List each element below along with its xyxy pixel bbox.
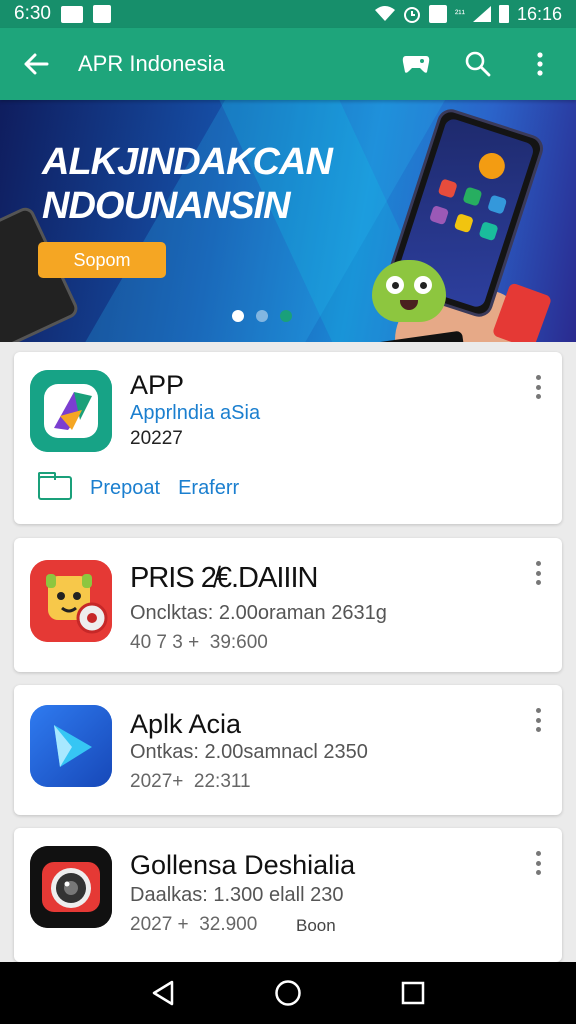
search-button[interactable] <box>460 46 496 82</box>
app-year: 20227 <box>130 428 183 449</box>
app-developer-link[interactable]: Apprlndia aSia <box>130 402 260 425</box>
signal-icon <box>472 6 491 22</box>
nav-home-icon <box>275 980 301 1006</box>
games-button[interactable] <box>398 46 434 82</box>
mascot-illustration <box>372 260 446 322</box>
status-time: 6:30 <box>14 3 51 24</box>
nav-recents-icon <box>402 981 425 1005</box>
app-extra-label: Boon <box>296 916 336 935</box>
app-name: Gollensa Deshialia <box>130 850 356 880</box>
back-arrow-icon <box>24 53 49 75</box>
app-info-line: Daalkas: 1.300 elall 230 <box>130 884 344 906</box>
banner-page-indicator <box>232 310 292 322</box>
floating-card-illustration <box>491 282 553 342</box>
banner-headline-line2: NDOUNANSIN <box>42 185 291 227</box>
search-icon <box>465 51 491 77</box>
promo-banner[interactable]: ALKJINDAKCAN NDOUNANSIN Sopom <box>0 100 576 342</box>
overflow-menu-button[interactable] <box>522 46 558 82</box>
nav-back-icon <box>152 980 173 1006</box>
app-info-line: Onclktas: 2.00oraman 2631g <box>130 602 387 624</box>
system-navigation-bar <box>0 962 576 1024</box>
app-icon[interactable] <box>30 705 112 787</box>
app-card[interactable]: Aplk Acia Ontkas: 2.00samnacl 2350 2027+… <box>14 685 562 815</box>
back-button[interactable] <box>18 46 54 82</box>
app-name: PRIS 2̸€.DAIIIN <box>130 562 318 594</box>
prepoat-button[interactable]: Prepoat <box>90 477 160 500</box>
banner-headline-line1: ALKJINDAKCAN <box>42 141 333 183</box>
status-bar: 6:30 ²¹¹ 16:16 <box>0 0 576 28</box>
signal-label: ²¹¹ <box>454 8 465 20</box>
card-overflow-menu[interactable] <box>528 558 548 588</box>
nav-back-button[interactable] <box>143 973 183 1013</box>
app-card[interactable]: APP Apprlndia aSia 20227 Prepoat Eraferr <box>14 352 562 524</box>
alarm-icon <box>403 7 420 23</box>
gallery-notification-icon <box>60 5 83 23</box>
app-icon[interactable] <box>30 846 112 928</box>
game-controller-icon <box>402 56 430 73</box>
banner-cta-button[interactable]: Sopom <box>38 242 166 278</box>
app-stats-line: 2027+ 22:311 <box>130 771 251 792</box>
folder-icon[interactable] <box>38 472 72 500</box>
page-dot[interactable] <box>256 310 268 322</box>
app-bar: APR Indonesia <box>0 28 576 100</box>
app-icon[interactable] <box>30 560 112 642</box>
page-dot[interactable] <box>232 310 244 322</box>
notification-square-icon <box>428 5 447 23</box>
app-name: Aplk Acia <box>130 709 242 739</box>
app-stats-line: 2027 + 32.900 <box>130 914 258 935</box>
app-name: APP <box>130 370 185 400</box>
banner-headline: ALKJINDAKCAN NDOUNANSIN <box>42 140 333 228</box>
app-icon[interactable] <box>30 370 112 452</box>
page-dot[interactable] <box>280 310 292 322</box>
check-notification-icon <box>92 5 111 23</box>
app-card[interactable]: PRIS 2̸€.DAIIIN Onclktas: 2.00oraman 263… <box>14 538 562 672</box>
eraferr-button[interactable]: Eraferr <box>178 477 239 500</box>
app-info-line: Ontkas: 2.00samnacl 2350 <box>130 741 368 763</box>
wifi-icon <box>374 6 395 21</box>
battery-icon <box>498 5 509 23</box>
nav-home-button[interactable] <box>268 973 308 1013</box>
nav-recents-button[interactable] <box>393 973 433 1013</box>
card-overflow-menu[interactable] <box>528 705 548 735</box>
app-card[interactable]: Gollensa Deshialia Daalkas: 1.300 elall … <box>14 828 562 962</box>
status-clock: 16:16 <box>516 3 562 24</box>
app-stats-line: 40 7 3 + 39:600 <box>130 632 268 653</box>
card-overflow-menu[interactable] <box>528 848 548 878</box>
page-title: APR Indonesia <box>78 51 225 76</box>
more-vert-icon <box>537 52 543 76</box>
card-overflow-menu[interactable] <box>528 372 548 402</box>
